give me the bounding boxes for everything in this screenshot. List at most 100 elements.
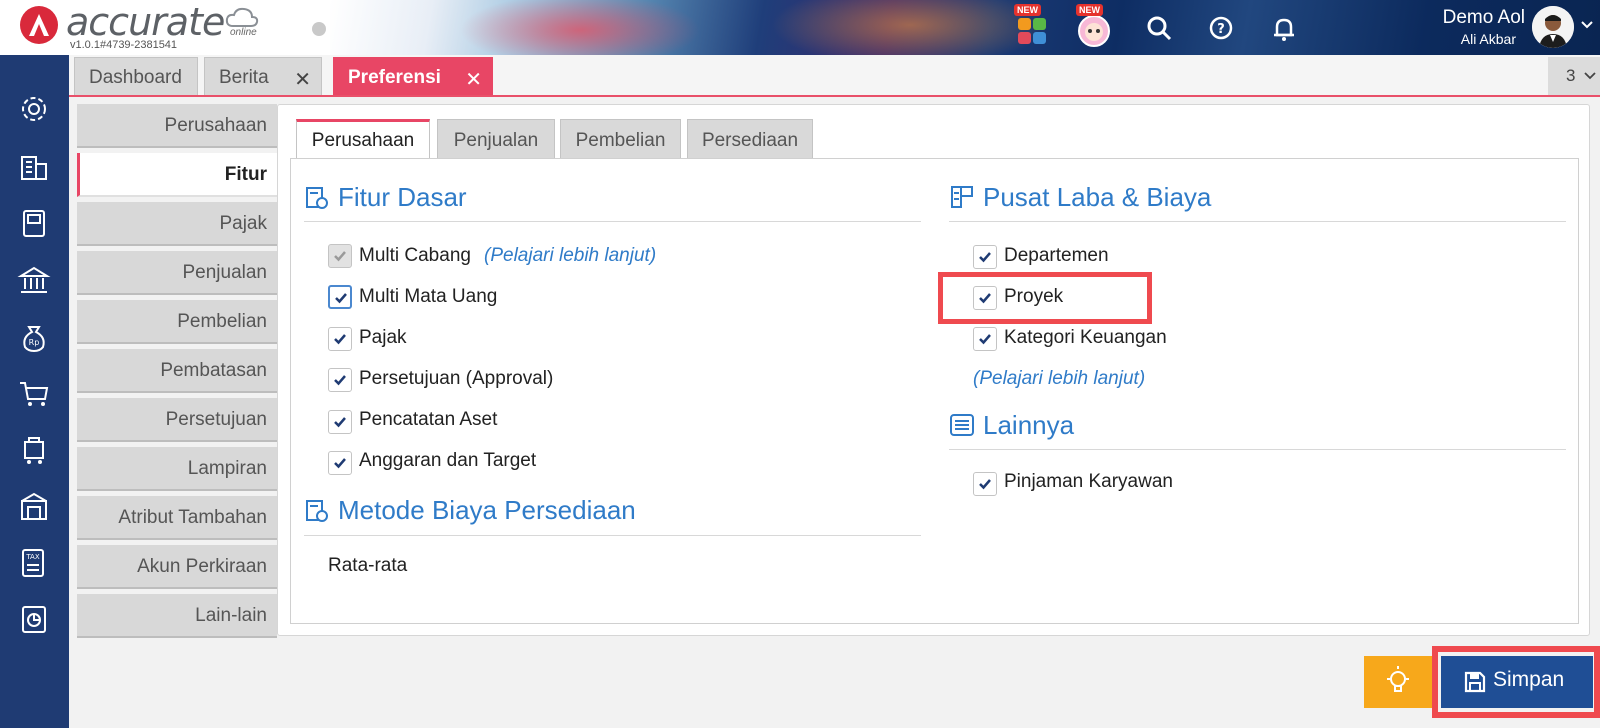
label-departemen: Departemen [1004,245,1109,266]
side-item-atribut-tambahan[interactable]: Atribut Tambahan [77,496,277,540]
purchase-button[interactable] [16,375,52,411]
tax-button[interactable]: TAX [16,545,52,581]
checkmark-icon [334,458,346,469]
checkbox-anggaran-target[interactable] [328,451,352,475]
building-icon [21,156,47,180]
tab-count: 3 [1566,66,1576,85]
learn-more-link[interactable]: (Pelajari lebih lanjut) [973,368,1145,390]
ledger-button[interactable] [16,205,52,241]
report-button[interactable] [16,601,52,637]
help-button[interactable]: ? [1201,8,1241,48]
checkbox-persetujuan[interactable] [328,368,352,392]
tab-perusahaan[interactable]: Perusahaan [296,119,430,161]
section-title-lainnya: Lainnya [983,410,1075,440]
section-divider [304,221,921,222]
checkbox-departemen[interactable] [973,245,997,269]
brand-suffix: online [230,27,257,38]
tab-persediaan[interactable]: Persediaan [687,119,813,159]
user-subtitle: Ali Akbar [1460,31,1516,47]
user-photo-icon [1532,6,1574,48]
side-item-pajak[interactable]: Pajak [77,202,277,246]
checkmark-icon [334,334,346,345]
side-item-label: Penjualan [182,262,267,283]
header-banner [330,0,1600,55]
tab-preferensi[interactable]: Preferensi ✕ [333,57,493,95]
inventory-button[interactable] [16,432,52,468]
side-item-label: Persetujuan [165,409,267,430]
side-item-label: Fitur [224,164,267,185]
purchase-cart-icon [24,437,44,464]
tab-label: Pembelian [575,130,666,151]
document-settings-icon [306,500,328,522]
side-item-label: Pembelian [177,311,267,332]
cart-icon [20,382,49,406]
label-multi-mata-uang: Multi Mata Uang [359,286,498,307]
tab-penjualan[interactable]: Penjualan [437,119,555,159]
checkbox-pencatatan-aset[interactable] [328,410,352,434]
company-button[interactable] [16,149,52,185]
new-feature-grid-button[interactable]: NEW [1012,4,1052,48]
money-bag-icon: Rp [23,326,45,353]
checkbox-pinjaman-karyawan[interactable] [973,472,997,496]
tab-count-dropdown[interactable]: 3 [1548,57,1600,95]
warehouse-button[interactable] [16,489,52,525]
tab-label: Perusahaan [311,130,415,151]
new-assistant-button[interactable]: NEW [1074,4,1114,48]
sales-button[interactable]: Rp [16,319,52,355]
close-icon[interactable]: ✕ [465,67,482,92]
chevron-down-icon [1584,72,1596,80]
side-item-label: Perusahaan [164,115,267,136]
section-divider [304,535,921,536]
avatar[interactable] [1532,6,1574,48]
side-item-penjualan[interactable]: Penjualan [77,251,277,295]
accurate-logo-icon[interactable] [20,6,58,44]
tab-berita[interactable]: Berita ✕ [204,57,322,95]
search-button[interactable] [1140,8,1180,48]
tips-button[interactable] [1364,656,1432,708]
side-item-akun-perkiraan[interactable]: Akun Perkiraan [77,545,277,589]
side-item-persetujuan[interactable]: Persetujuan [77,398,277,442]
side-item-label: Lampiran [187,458,267,479]
settings-button[interactable] [16,91,52,127]
brand-name: accurate [66,0,225,44]
save-highlight-box [1432,646,1600,718]
lightbulb-icon [1387,666,1409,692]
checkbox-kategori-keuangan[interactable] [973,327,997,351]
bell-icon [1274,18,1294,41]
checkbox-multi-mata-uang[interactable] [328,285,352,309]
learn-more-link[interactable]: (Pelajari lebih lanjut) [484,245,656,267]
side-item-lain-lain[interactable]: Lain-lain [77,594,277,638]
book-icon [23,210,45,237]
checkmark-icon [334,375,346,386]
chevron-down-icon[interactable] [1580,18,1594,32]
side-item-perusahaan[interactable]: Perusahaan [77,104,277,148]
label-persetujuan: Persetujuan (Approval) [359,368,554,389]
warehouse-icon [21,492,47,520]
checkmark-icon [334,251,346,262]
user-name[interactable]: Demo Aol [1443,7,1525,29]
side-item-pembatasan[interactable]: Pembatasan [77,349,277,393]
side-item-pembelian[interactable]: Pembelian [77,300,277,344]
report-icon [22,606,46,633]
tax-icon: TAX [22,549,44,577]
label-kategori-keuangan: Kategori Keuangan [1004,327,1167,348]
feature-settings-area [290,158,1579,624]
checkbox-multi-cabang[interactable] [328,244,352,268]
tab-label: Preferensi [348,67,441,88]
tab-dashboard[interactable]: Dashboard [74,57,198,95]
help-icon: ? [1209,16,1233,40]
side-item-fitur[interactable]: Fitur [77,153,277,197]
side-item-label: Akun Perkiraan [137,556,267,577]
bank-button[interactable] [16,262,52,298]
checkbox-pajak[interactable] [328,327,352,351]
module-tabs: Dashboard Berita ✕ Preferensi ✕ 3 [69,55,1600,97]
bank-icon [17,266,51,293]
side-item-lampiran[interactable]: Lampiran [77,447,277,491]
tab-label: Dashboard [89,67,182,88]
status-dot [312,22,326,36]
notification-button[interactable] [1264,8,1304,48]
tab-label: Berita [219,67,269,88]
label-pencatatan-aset: Pencatatan Aset [359,409,498,430]
tab-pembelian[interactable]: Pembelian [560,119,681,159]
close-icon[interactable]: ✕ [294,67,311,92]
